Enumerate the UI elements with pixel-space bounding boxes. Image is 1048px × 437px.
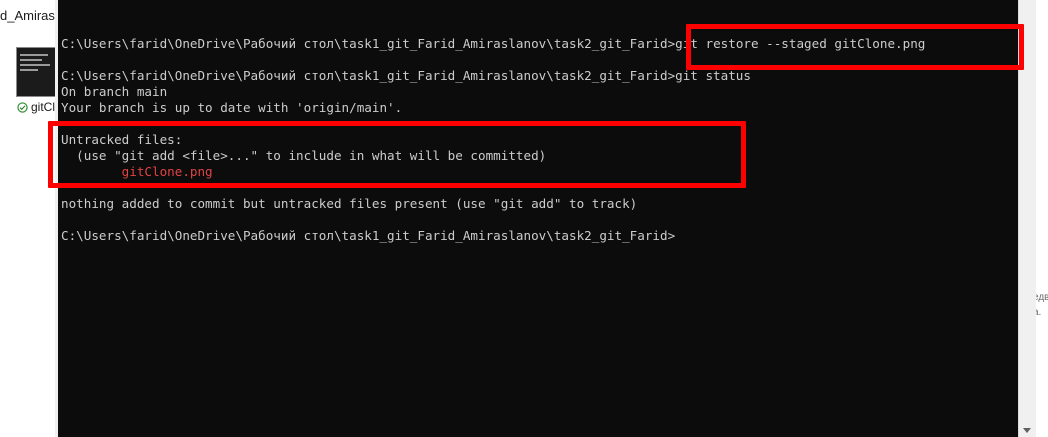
thumbnail-text-line bbox=[20, 59, 42, 61]
command-prompt: C:\Users\farid\OneDrive\Рабочий стол\tas… bbox=[61, 36, 676, 51]
sync-check-icon bbox=[17, 101, 28, 113]
scroll-down-arrow-icon[interactable] bbox=[1023, 428, 1031, 433]
terminal-line-up-to-date: Your branch is up to date with 'origin/m… bbox=[61, 100, 403, 115]
highlight-box-restore-command bbox=[686, 24, 1024, 70]
terminal-line-final-prompt: C:\Users\farid\OneDrive\Рабочий стол\tas… bbox=[61, 228, 676, 243]
file-name: gitCl bbox=[31, 100, 56, 114]
thumbnail-text-line bbox=[20, 54, 48, 56]
file-item-label[interactable]: gitCl bbox=[17, 100, 55, 114]
terminal-line-status: C:\Users\farid\OneDrive\Рабочий стол\tas… bbox=[61, 68, 751, 83]
thumbnail-text-line bbox=[20, 69, 38, 71]
thumbnail-text-line bbox=[20, 64, 50, 66]
file-thumbnail[interactable] bbox=[16, 47, 58, 97]
previous-output-fragment bbox=[208, 0, 378, 3]
terminal-line-nothing-added: nothing added to commit but untracked fi… bbox=[61, 196, 638, 211]
terminal-line-branch: On branch main bbox=[61, 84, 168, 99]
highlight-box-untracked-files bbox=[48, 121, 746, 188]
